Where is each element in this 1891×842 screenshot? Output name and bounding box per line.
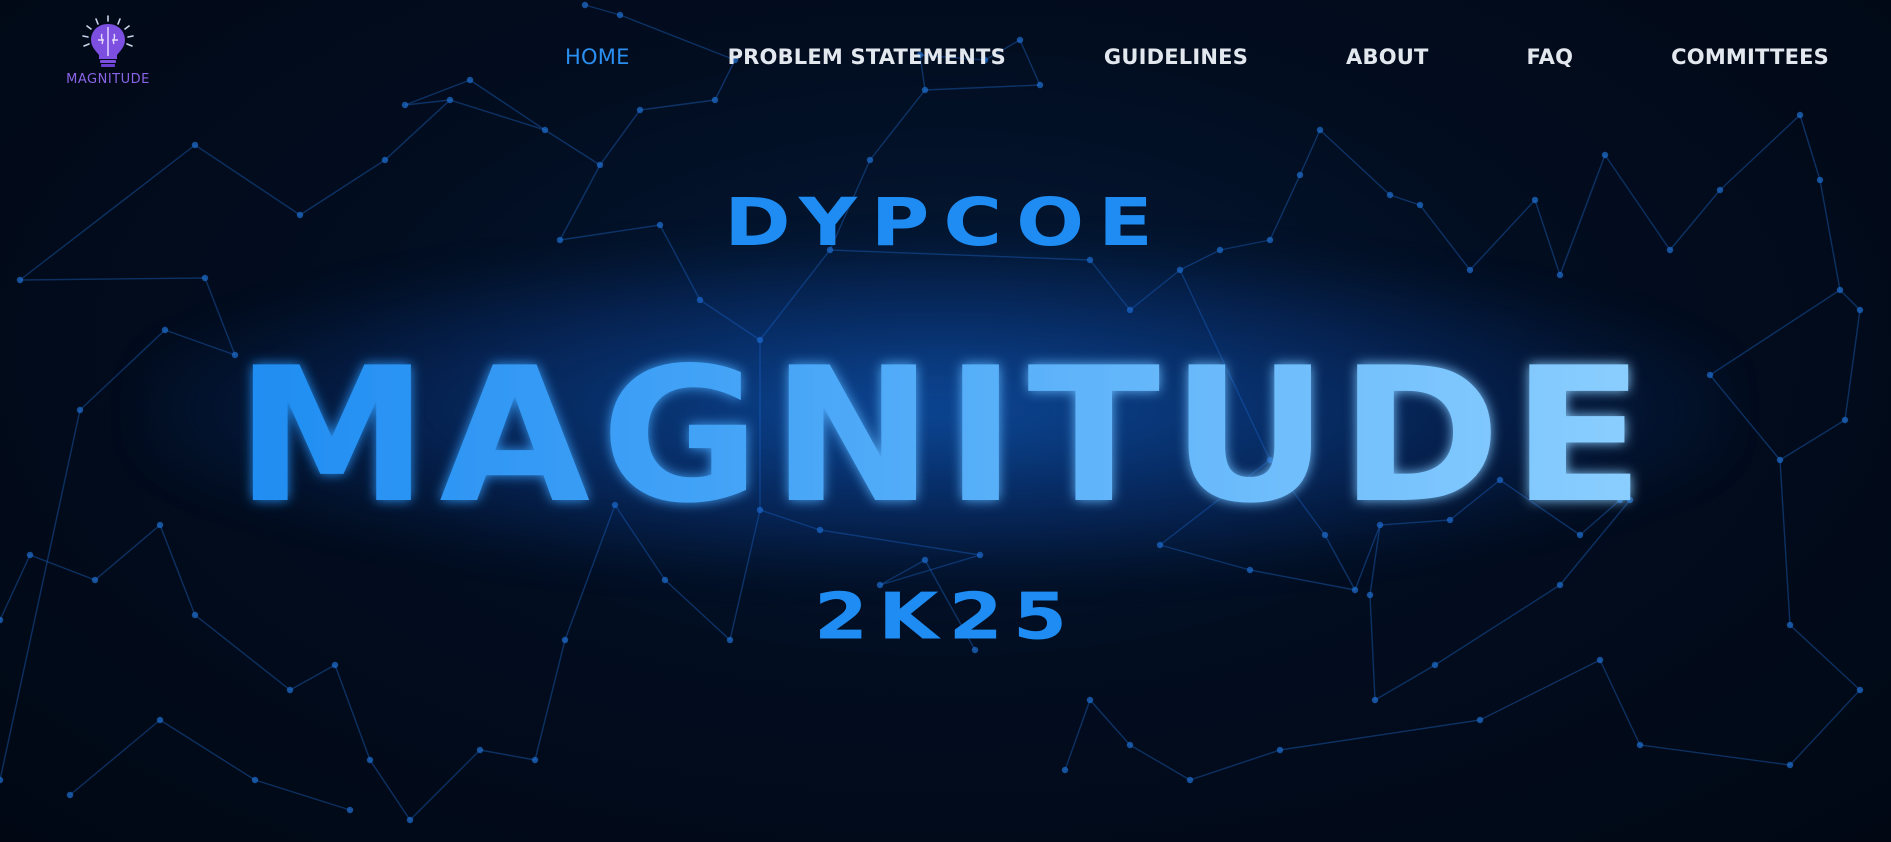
hero-post-title: 2K25 (813, 580, 1078, 654)
hero-title: MAGNITUDE (235, 327, 1655, 544)
hero-title-graphic: MAGNITUDE (235, 327, 1655, 544)
page: MAGNITUDE HOME PROBLEM STATEMENTS GUIDEL… (0, 0, 1891, 842)
